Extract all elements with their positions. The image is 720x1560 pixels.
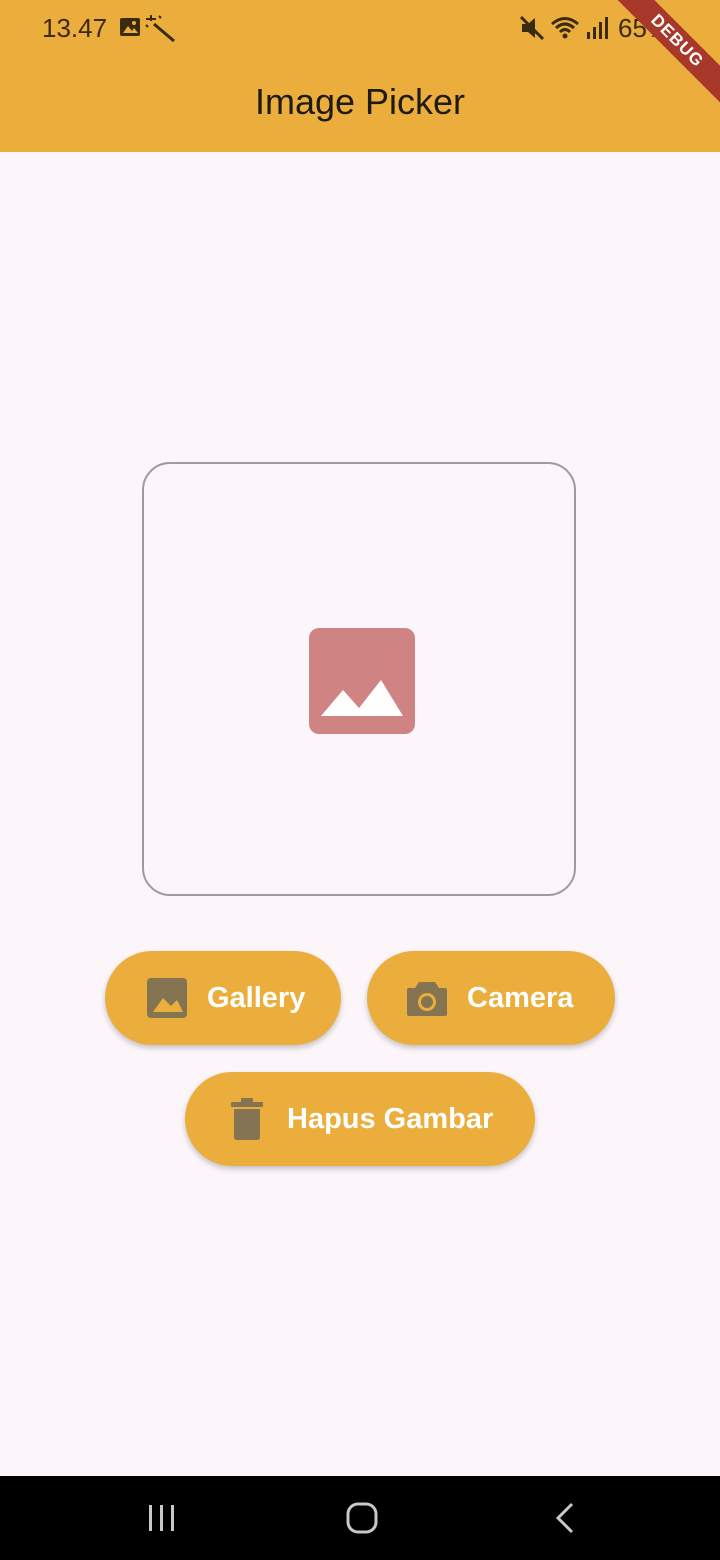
camera-icon [407,982,447,1016]
magic-wand-icon [145,15,175,42]
gallery-button-label: Gallery [207,981,306,1014]
camera-button[interactable]: Camera [367,951,615,1045]
image-placeholder-icon [309,628,415,734]
app-bar: 13.47 65% DEBUG Image Picker [0,0,720,152]
mute-icon [520,15,544,41]
status-left-icons [120,15,175,42]
back-icon[interactable] [540,1494,588,1542]
recent-apps-icon[interactable] [138,1494,186,1542]
wifi-icon [551,17,579,39]
image-icon [147,978,187,1018]
trash-icon [231,1098,263,1140]
image-icon [120,18,140,36]
system-nav-bar [0,1476,720,1560]
gallery-button[interactable]: Gallery [105,951,341,1045]
delete-image-button-label: Hapus Gambar [287,1102,494,1135]
status-time: 13.47 [42,13,108,43]
image-preview-box [142,462,576,896]
home-icon[interactable] [338,1494,386,1542]
page-title: Image Picker [254,81,466,122]
delete-image-button[interactable]: Hapus Gambar [185,1072,535,1166]
camera-button-label: Camera [467,981,574,1014]
